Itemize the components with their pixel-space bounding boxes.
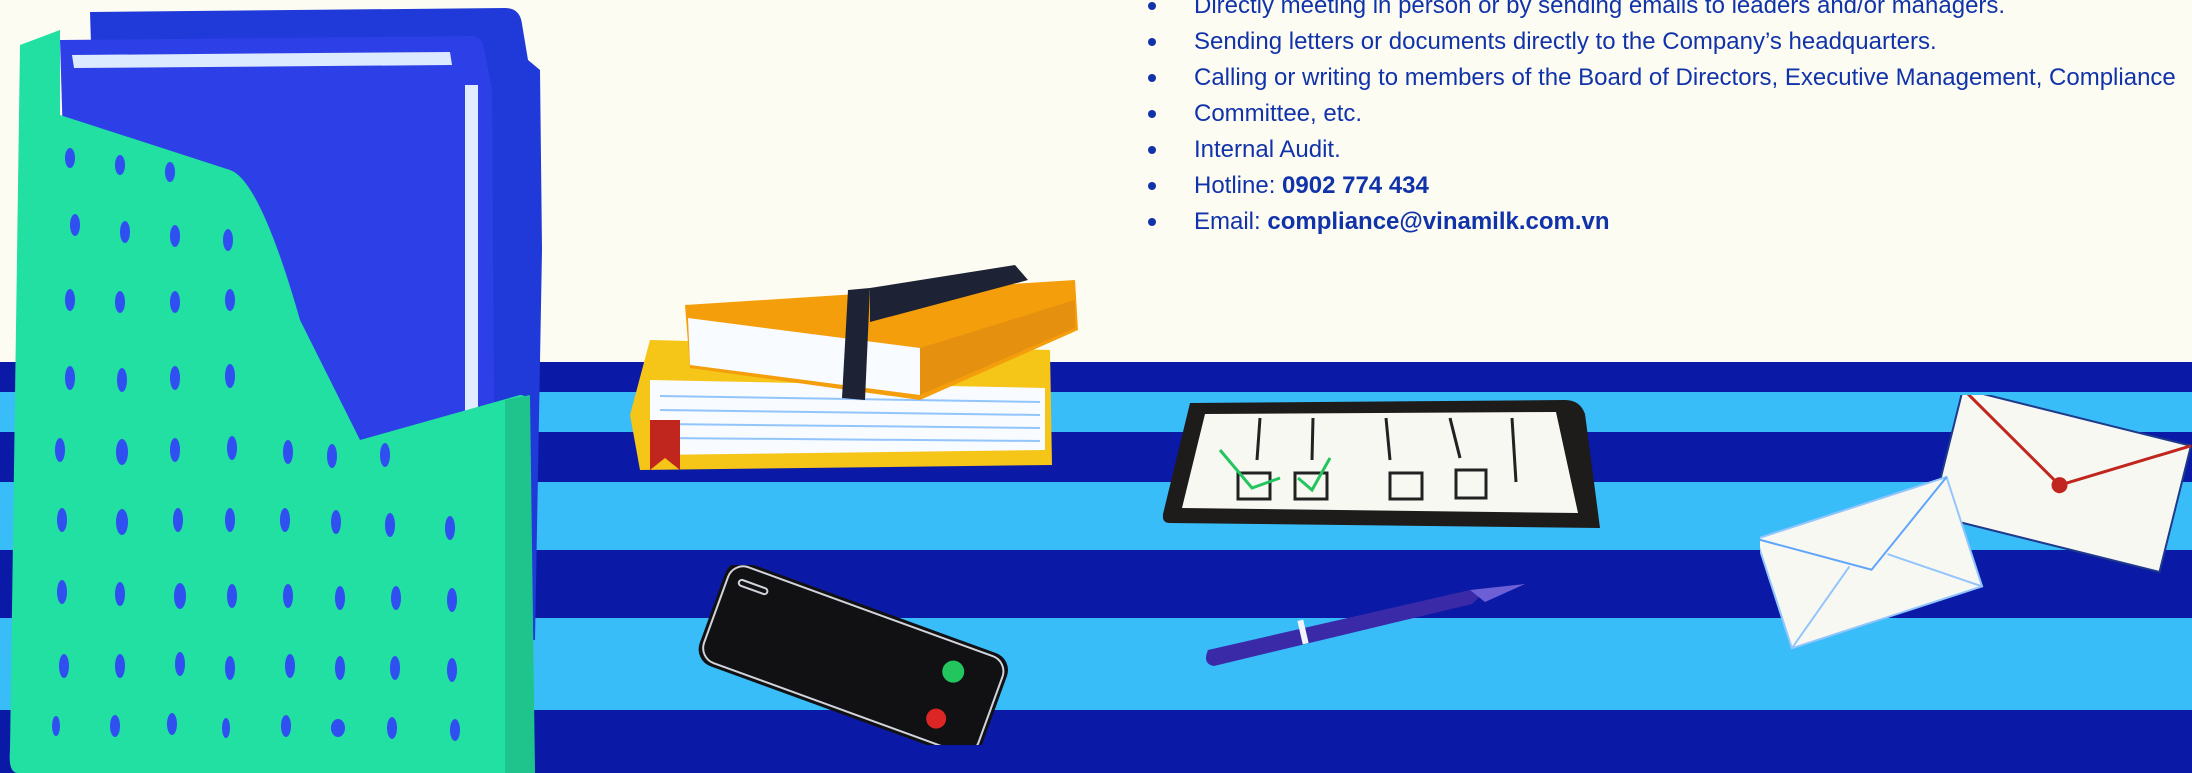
pen-tip <box>1470 584 1525 602</box>
envelopes-illustration <box>1760 395 2192 650</box>
book-stack-illustration <box>630 265 1078 470</box>
pen-illustration <box>1206 584 1525 666</box>
envelope-front <box>1760 475 1984 650</box>
pen-body <box>1206 590 1485 666</box>
file-holder-illustration <box>9 8 542 773</box>
contact-channels-list: Directly meeting in person or by sending… <box>1148 0 2192 240</box>
email-item: Email: compliance@vinamilk.com.vn <box>1148 204 2192 240</box>
holder-side <box>505 395 535 773</box>
phone-body <box>698 565 1008 745</box>
list-item: Sending letters or documents directly to… <box>1148 24 2192 60</box>
list-item-continuation: Committee, etc. <box>1148 96 2192 132</box>
list-item: Internal Audit. <box>1148 132 2192 168</box>
list-item: Directly meeting in person or by sending… <box>1148 0 2192 24</box>
hotline-item: Hotline: 0902 774 434 <box>1148 168 2192 204</box>
smartphone-illustration <box>698 565 1008 745</box>
list-item: Calling or writing to members of the Boa… <box>1148 60 2192 96</box>
email-address[interactable]: compliance@vinamilk.com.vn <box>1267 208 1609 235</box>
hotline-number[interactable]: 0902 774 434 <box>1282 172 1429 199</box>
checklist-tablet-illustration <box>1162 400 1600 528</box>
